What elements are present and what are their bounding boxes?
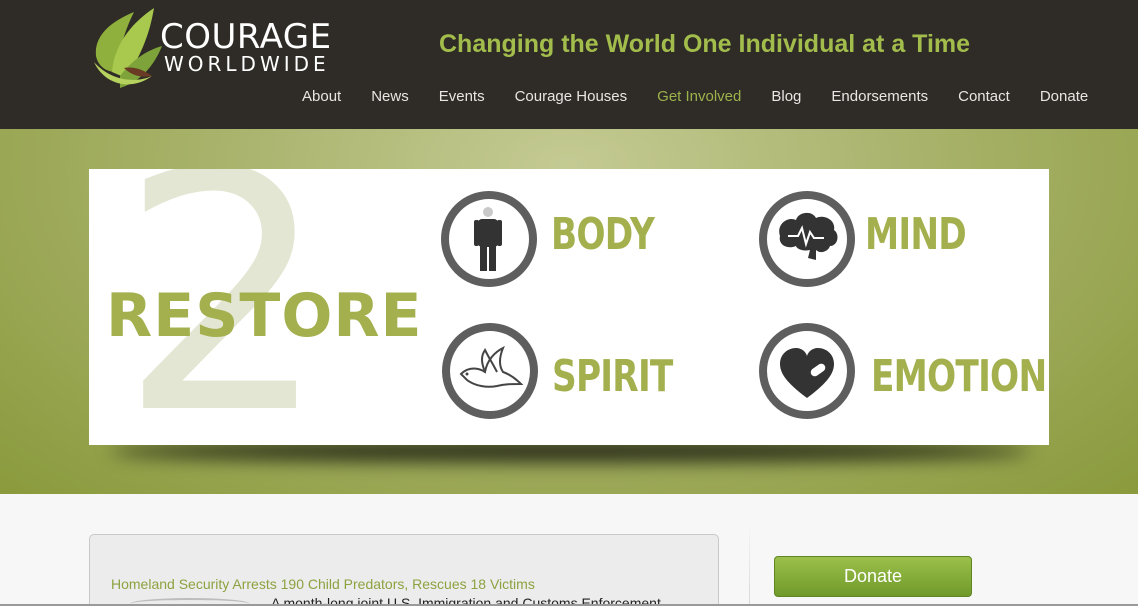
site-tagline: Changing the World One Individual at a T… [439,30,971,58]
heart-icon [759,323,855,419]
nav-item-news[interactable]: News [371,88,409,105]
main-nav: About News Events Courage Houses Get Inv… [302,88,1088,105]
logo-wordmark-line2: WORLDWIDE [164,52,330,76]
nav-item-contact[interactable]: Contact [958,88,1010,105]
nav-item-blog[interactable]: Blog [771,88,801,105]
person-icon [441,191,537,287]
pillar-label-spirit: SPIRIT [552,351,673,402]
leaf-logo-icon [94,8,162,88]
pillar-label-body: BODY [551,209,655,260]
sidebar-divider [749,520,750,606]
nav-item-endorsements[interactable]: Endorsements [831,88,928,105]
donate-button[interactable]: Donate [774,556,972,597]
pillar-label-emotion: EMOTION [871,351,1047,402]
site-logo[interactable]: COURAGE WORLDWIDE [90,6,340,94]
restore-panel[interactable]: 2 RESTORE BODY MIND SPIRIT EMOTION [89,169,1049,445]
nav-item-courage-houses[interactable]: Courage Houses [515,88,628,105]
nav-item-get-involved[interactable]: Get Involved [657,88,741,105]
news-title-link[interactable]: Homeland Security Arrests 190 Child Pred… [111,576,535,592]
nav-item-about[interactable]: About [302,88,341,105]
pillar-label-mind: MIND [865,209,967,260]
brain-icon [759,191,855,287]
dove-icon [442,323,538,419]
nav-item-events[interactable]: Events [439,88,485,105]
logo-wordmark-line1: COURAGE [160,17,332,57]
nav-item-donate[interactable]: Donate [1040,88,1088,105]
restore-heading: RESTORE [106,281,423,351]
